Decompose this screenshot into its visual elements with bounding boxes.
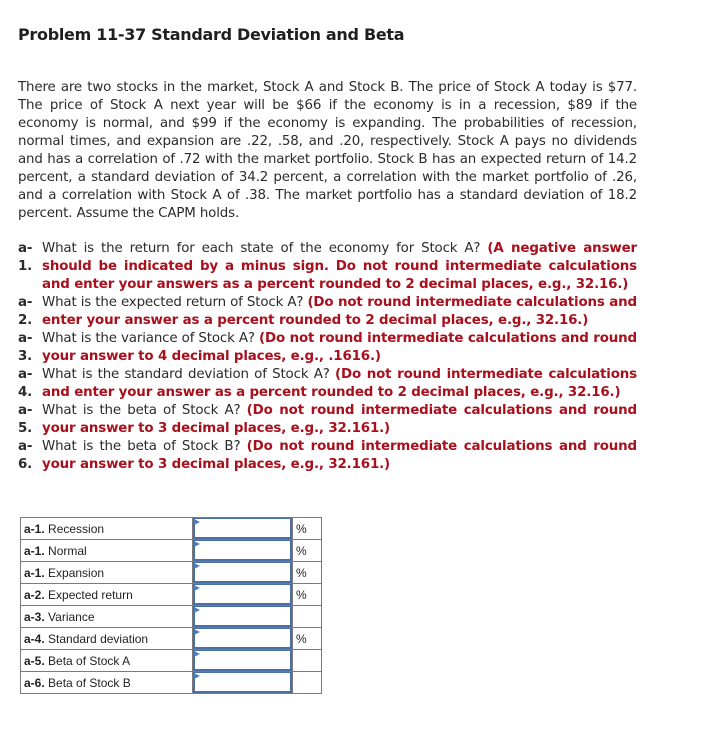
answer-label: a-2. Expected return: [20, 583, 193, 606]
answer-prefix: a-3.: [24, 609, 45, 624]
question-label-top: a-: [18, 439, 33, 454]
answer-label: a-1. Recession: [20, 517, 193, 540]
question-text: What is the return for each state of the…: [42, 241, 488, 256]
unit-label: %: [292, 517, 322, 540]
expected-return-input[interactable]: [193, 584, 292, 605]
answer-label-text: Standard deviation: [48, 631, 149, 646]
answer-input-cell: [192, 627, 293, 650]
unit-label: %: [292, 561, 322, 584]
question-a1: a-1. What is the return for each state o…: [18, 240, 637, 294]
variance-input[interactable]: [193, 606, 292, 627]
beta-stock-a-input[interactable]: [193, 650, 292, 671]
unit-label: [292, 649, 322, 672]
question-label: a-1.: [18, 240, 40, 276]
answer-row-a1-recession: a-1. Recession %: [20, 517, 322, 540]
question-label: a- 4.: [18, 366, 40, 402]
answer-row-a4-standard-deviation: a-4. Standard deviation %: [20, 627, 322, 650]
question-label: a- 6.: [18, 438, 40, 474]
question-label-top: a-: [18, 367, 33, 382]
answer-input-cell: [192, 605, 293, 628]
question-a5: a- 5. What is the beta of Stock A? (Do n…: [18, 402, 637, 438]
question-label-bottom: 5.: [18, 421, 33, 436]
standard-deviation-input[interactable]: [193, 628, 292, 649]
question-label: a- 2.: [18, 294, 40, 330]
answer-label: a-1. Expansion: [20, 561, 193, 584]
expansion-return-input[interactable]: [193, 562, 292, 583]
answer-label-text: Variance: [48, 609, 95, 624]
answer-prefix: a-4.: [24, 631, 45, 646]
answer-prefix: a-6.: [24, 675, 45, 690]
page-title: Problem 11-37 Standard Deviation and Bet…: [18, 25, 405, 44]
answer-label: a-4. Standard deviation: [20, 627, 193, 650]
question-label-top: a-: [18, 331, 33, 346]
question-label-bottom: 2.: [18, 313, 33, 328]
answer-row-a5-beta-a: a-5. Beta of Stock A: [20, 649, 322, 672]
answer-prefix: a-2.: [24, 587, 45, 602]
answer-table: a-1. Recession % a-1. Normal % a-1. Expa…: [20, 517, 322, 694]
answer-row-a3-variance: a-3. Variance: [20, 605, 322, 628]
answer-label: a-1. Normal: [20, 539, 193, 562]
answer-label-text: Expansion: [48, 565, 105, 580]
question-label-bottom: 4.: [18, 385, 33, 400]
question-text: What is the standard deviation of Stock …: [42, 367, 336, 382]
answer-row-a1-normal: a-1. Normal %: [20, 539, 322, 562]
answer-input-cell: [192, 649, 293, 672]
question-list: a-1. What is the return for each state o…: [18, 240, 637, 474]
answer-label: a-5. Beta of Stock A: [20, 649, 193, 672]
unit-label: %: [292, 627, 322, 650]
question-label: a- 3.: [18, 330, 40, 366]
answer-input-cell: [192, 583, 293, 606]
unit-label: [292, 671, 322, 694]
question-label-top: a-: [18, 403, 33, 418]
question-text: What is the beta of Stock B?: [42, 439, 247, 454]
answer-label-text: Beta of Stock A: [48, 653, 131, 668]
answer-label: a-3. Variance: [20, 605, 193, 628]
answer-row-a2-expected-return: a-2. Expected return %: [20, 583, 322, 606]
question-label-bottom: 3.: [18, 349, 33, 364]
question-a6: a- 6. What is the beta of Stock B? (Do n…: [18, 438, 637, 474]
unit-label: %: [292, 539, 322, 562]
answer-label-text: Normal: [48, 543, 87, 558]
question-label: a- 5.: [18, 402, 40, 438]
question-a3: a- 3. What is the variance of Stock A? (…: [18, 330, 637, 366]
answer-label-text: Beta of Stock B: [48, 675, 131, 690]
answer-prefix: a-1.: [24, 521, 45, 536]
normal-return-input[interactable]: [193, 540, 292, 561]
question-label-top: a-1.: [18, 241, 33, 274]
answer-label: a-6. Beta of Stock B: [20, 671, 193, 694]
question-a2: a- 2. What is the expected return of Sto…: [18, 294, 637, 330]
question-a4: a- 4. What is the standard deviation of …: [18, 366, 637, 402]
recession-return-input[interactable]: [193, 518, 292, 539]
answer-input-cell: [192, 671, 293, 694]
beta-stock-b-input[interactable]: [193, 672, 292, 693]
problem-statement: There are two stocks in the market, Stoc…: [18, 80, 637, 221]
answer-input-cell: [192, 539, 293, 562]
answer-prefix: a-1.: [24, 565, 45, 580]
unit-label: [292, 605, 322, 628]
question-label-bottom: 6.: [18, 457, 33, 472]
question-text: What is the expected return of Stock A?: [42, 295, 308, 310]
answer-label-text: Recession: [48, 521, 105, 536]
answer-label-text: Expected return: [48, 587, 133, 602]
unit-label: %: [292, 583, 322, 606]
answer-prefix: a-1.: [24, 543, 45, 558]
answer-row-a1-expansion: a-1. Expansion %: [20, 561, 322, 584]
question-label-top: a-: [18, 295, 33, 310]
question-text: What is the variance of Stock A?: [42, 331, 260, 346]
answer-prefix: a-5.: [24, 653, 45, 668]
answer-input-cell: [192, 517, 293, 540]
question-text: What is the beta of Stock A?: [42, 403, 247, 418]
answer-input-cell: [192, 561, 293, 584]
answer-row-a6-beta-b: a-6. Beta of Stock B: [20, 671, 322, 694]
